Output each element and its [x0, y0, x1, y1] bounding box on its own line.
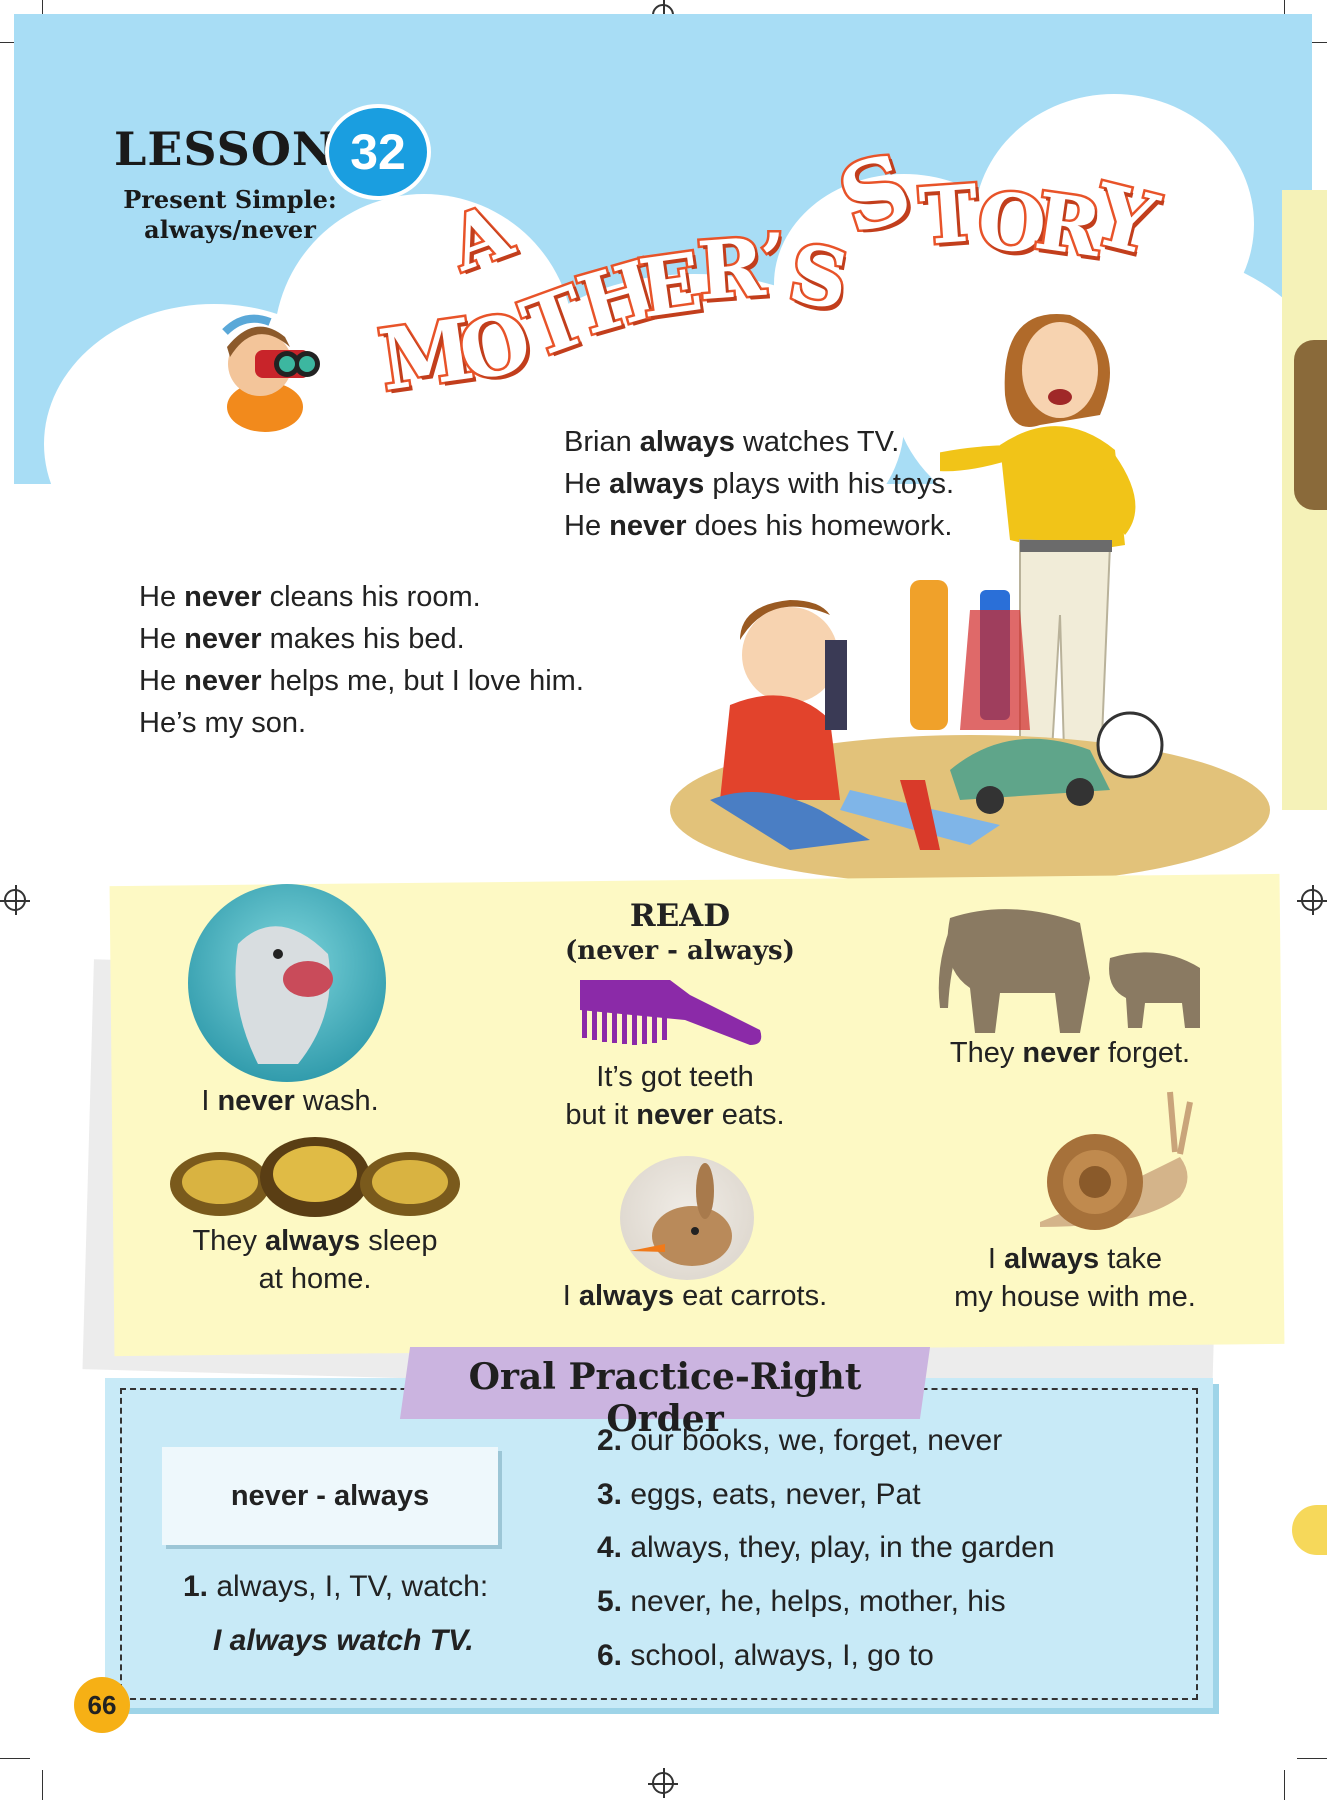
- caption-line: but it never eats.: [565, 1099, 785, 1131]
- exercise-item: 5. never, he, helps, mother, his: [597, 1585, 1006, 1618]
- story-line: He always plays with his toys.: [564, 468, 955, 500]
- registration-mark-icon: [648, 1768, 678, 1798]
- crop-mark: [42, 1770, 43, 1800]
- page-number: 66: [74, 1677, 130, 1733]
- title-letter: R: [692, 217, 770, 320]
- exercise-answer: I always watch TV.: [213, 1624, 474, 1657]
- registration-mark-icon: [0, 885, 30, 915]
- exercise-item-1: 1. always, I, TV, watch:: [183, 1570, 489, 1603]
- story-line: Brian always watches TV.: [564, 426, 900, 458]
- registration-mark-icon: [1297, 885, 1327, 915]
- word-box: never - always: [162, 1447, 498, 1545]
- exercise-item: 3. eggs, eats, never, Pat: [597, 1478, 921, 1511]
- edge-decoration: [1292, 1505, 1327, 1555]
- comb-caption: It’s got teeth but it never eats.: [520, 1058, 830, 1134]
- story-line: He never cleans his room.: [139, 581, 481, 613]
- dolphin-image: [188, 884, 386, 1082]
- title-letter: Y: [1081, 162, 1168, 278]
- title-letter: ’: [757, 216, 786, 304]
- boy-with-toys-illustration: [670, 570, 1290, 890]
- rabbit-caption: I always eat carrots.: [562, 1280, 828, 1312]
- rabbit-image: [620, 1156, 754, 1280]
- read-subheading: (never - always): [565, 936, 795, 966]
- story-line: He never makes his bed.: [139, 623, 465, 655]
- exercise-item: 4. always, they, play, in the garden: [597, 1531, 1055, 1564]
- tortoises-caption: They always sleep at home.: [150, 1222, 480, 1298]
- story-paragraph-left: He never cleans his room. He never makes…: [139, 576, 584, 744]
- snail-caption: I always take my house with me.: [920, 1240, 1230, 1316]
- crop-mark: [1284, 1770, 1285, 1800]
- crop-mark: [1297, 1758, 1327, 1759]
- caption-line: I always take: [987, 1243, 1163, 1275]
- elephants-caption: They never forget.: [949, 1037, 1191, 1069]
- caption-line: They always sleep: [192, 1225, 438, 1257]
- exercise-item: 6. school, always, I, go to: [597, 1639, 934, 1672]
- title-letter: A: [437, 185, 525, 290]
- title-letter: S: [780, 223, 858, 331]
- story-paragraph-right: Brian always watches TV. He always plays…: [564, 421, 954, 547]
- snail-image: [1030, 1082, 1210, 1242]
- story-line: He never helps me, but I love him.: [139, 665, 584, 697]
- story-line: He’s my son.: [139, 707, 307, 739]
- title-letter: T: [914, 166, 983, 266]
- exercise-item: 2. our books, we, forget, never: [597, 1424, 1003, 1457]
- caption-line: at home.: [258, 1263, 372, 1295]
- read-heading: READ: [629, 898, 731, 934]
- comb-image: [570, 970, 770, 1060]
- crop-mark: [0, 1758, 30, 1759]
- story-line: He never does his homework.: [564, 510, 953, 542]
- tortoises-image: [165, 1132, 465, 1222]
- caption-line: It’s got teeth: [596, 1061, 754, 1093]
- dolphin-caption: I never wash.: [201, 1085, 379, 1117]
- elephants-image: [930, 898, 1220, 1038]
- caption-line: my house with me.: [954, 1281, 1196, 1313]
